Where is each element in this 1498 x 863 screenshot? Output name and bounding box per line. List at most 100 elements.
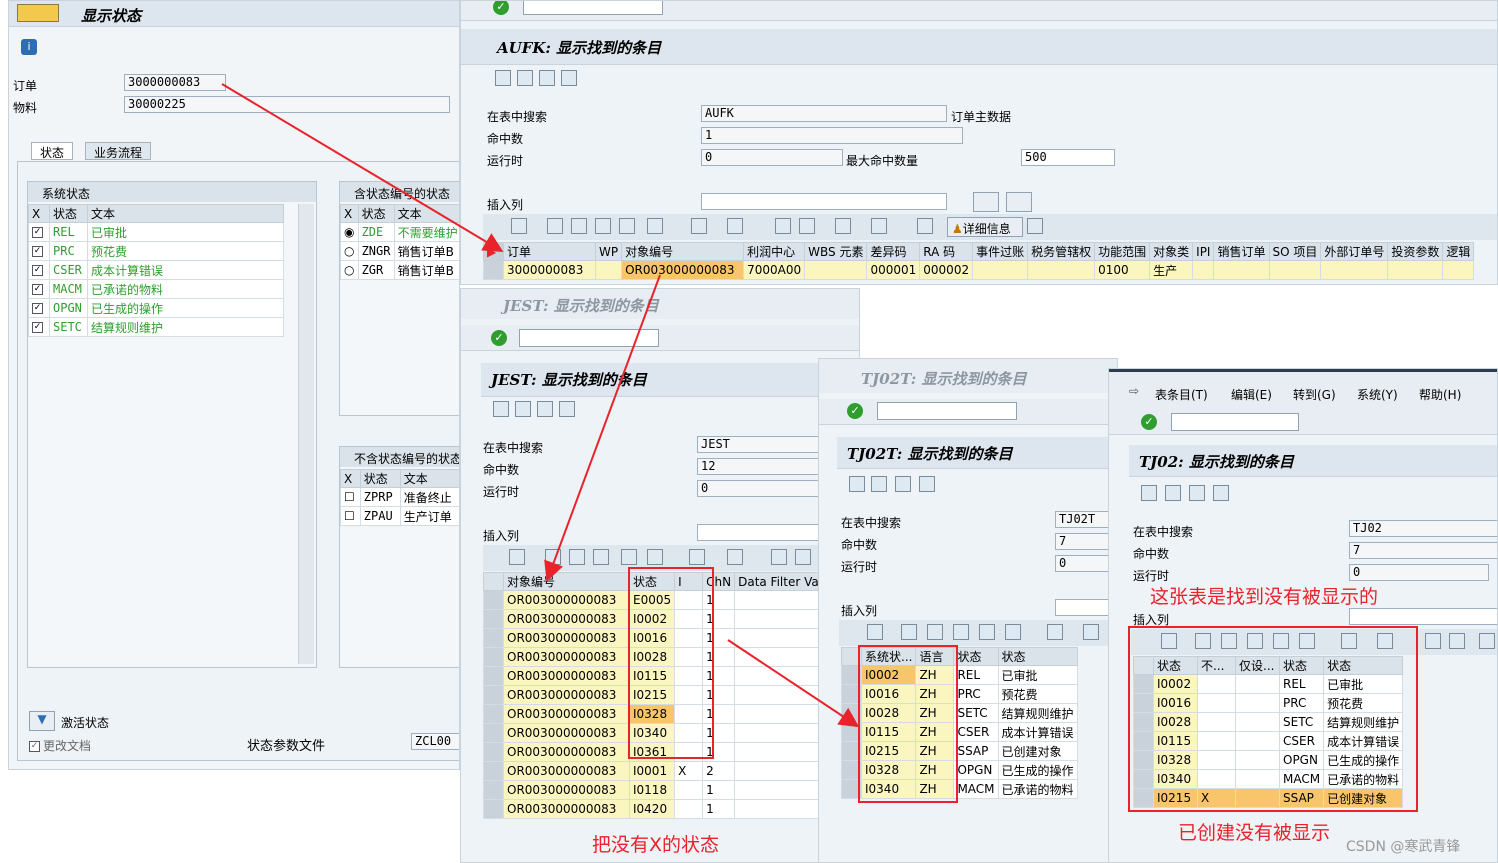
menu-system[interactable]: 系统(Y)	[1357, 386, 1398, 403]
detail-button[interactable]: ♟详细信息	[947, 217, 1023, 237]
bookmark-icon[interactable]	[1189, 485, 1205, 501]
material-field[interactable]: 30000225	[124, 96, 450, 113]
row-select[interactable]	[483, 628, 504, 648]
tab-business-process[interactable]: 业务流程	[85, 142, 152, 160]
row-select[interactable]	[483, 590, 504, 610]
sort-asc-icon[interactable]	[545, 549, 561, 565]
print-icon[interactable]	[1425, 633, 1441, 649]
bookmark-icon[interactable]	[537, 401, 553, 417]
cell[interactable]	[674, 780, 704, 800]
maxhits-field[interactable]: 500	[1021, 149, 1115, 166]
cell[interactable]: 结算规则维护	[997, 703, 1078, 723]
find-next-icon[interactable]	[979, 624, 995, 640]
cell[interactable]: OR003000000083	[621, 260, 745, 280]
settings-icon[interactable]	[871, 476, 887, 492]
list-icon[interactable]	[561, 70, 577, 86]
select-all[interactable]	[483, 572, 504, 591]
settings-icon[interactable]	[515, 401, 531, 417]
profile-field[interactable]: ZCL00	[411, 733, 459, 750]
cell[interactable]: 已承诺的物料	[997, 779, 1078, 799]
export-icon[interactable]	[835, 218, 851, 234]
cell[interactable]	[1192, 260, 1215, 280]
hits-field[interactable]: 1	[701, 127, 963, 144]
cell[interactable]	[674, 799, 704, 819]
bookmark-icon[interactable]	[895, 476, 911, 492]
cell[interactable]: 1	[702, 799, 736, 819]
cell[interactable]	[1027, 260, 1096, 280]
cell[interactable]: MACM	[953, 779, 999, 799]
activate-status-button[interactable]: ▼	[29, 711, 55, 731]
cell[interactable]: CSER	[953, 722, 999, 742]
hits-field[interactable]: 7	[1349, 542, 1497, 559]
cell[interactable]: 1	[702, 780, 736, 800]
filter-icon[interactable]	[647, 218, 663, 234]
refresh-icon[interactable]	[493, 401, 509, 417]
command-field[interactable]	[523, 1, 663, 15]
cell[interactable]: 0100	[1094, 260, 1151, 280]
ok-icon[interactable]: ✓	[847, 403, 863, 419]
runtime-field[interactable]: 0	[1349, 564, 1489, 581]
sort-asc-icon[interactable]	[901, 624, 917, 640]
list-icon[interactable]	[559, 401, 575, 417]
checkbox[interactable]: ✓	[32, 284, 43, 295]
row-select[interactable]	[483, 685, 504, 705]
row-select[interactable]	[483, 260, 504, 280]
menu-help[interactable]: 帮助(H)	[1419, 386, 1461, 403]
sort-desc-icon[interactable]	[927, 624, 943, 640]
row-select[interactable]	[483, 761, 504, 781]
info-icon[interactable]: i	[21, 39, 37, 55]
checkbox[interactable]: ✓	[32, 303, 43, 314]
radio[interactable]: ○	[340, 260, 359, 280]
menu-goto[interactable]: 转到(G)	[1293, 386, 1336, 403]
cell[interactable]: OR003000000083	[503, 628, 630, 648]
change-doc-checkbox[interactable]: ✓ 更改文档	[29, 737, 91, 754]
cell[interactable]	[594, 260, 623, 280]
row-select[interactable]	[483, 723, 504, 743]
command-field[interactable]	[1171, 413, 1299, 431]
cell[interactable]: OR003000000083	[503, 704, 630, 724]
runtime-field[interactable]: 0	[701, 149, 843, 166]
list-icon[interactable]	[1213, 485, 1229, 501]
cell[interactable]: OPGN	[953, 760, 999, 780]
cell[interactable]: 7000A00	[743, 260, 806, 280]
command-field[interactable]	[877, 402, 1017, 420]
cell[interactable]: OR003000000083	[503, 742, 630, 762]
find-next-icon[interactable]	[621, 549, 637, 565]
cell[interactable]	[804, 260, 868, 280]
checkbox[interactable]: ✓	[32, 322, 43, 333]
cell[interactable]: X	[674, 761, 704, 781]
cell[interactable]: I0420	[628, 799, 676, 819]
find-icon[interactable]	[595, 218, 611, 234]
ok-icon[interactable]: ✓	[493, 1, 509, 15]
checkbox[interactable]: ✓	[32, 246, 43, 257]
export-icon[interactable]	[1479, 633, 1495, 649]
sort-desc-icon[interactable]	[571, 218, 587, 234]
radio[interactable]: ○	[340, 241, 359, 261]
checkbox[interactable]: ☐	[340, 487, 361, 507]
cell[interactable]: OR003000000083	[503, 799, 630, 819]
insert-before-button[interactable]	[973, 192, 999, 212]
details-icon[interactable]	[511, 218, 527, 234]
menu-icon[interactable]: ⇨	[1129, 384, 1139, 398]
cell[interactable]: REL	[953, 665, 999, 685]
info-icon[interactable]	[917, 218, 933, 234]
ok-icon[interactable]: ✓	[1141, 414, 1157, 430]
layout-icon[interactable]	[871, 218, 887, 234]
row-select[interactable]	[483, 647, 504, 667]
graphic-icon[interactable]	[1027, 218, 1043, 234]
cell[interactable]: OR003000000083	[503, 780, 630, 800]
cell[interactable]	[1442, 260, 1475, 280]
cell[interactable]: OR003000000083	[503, 723, 630, 743]
cell[interactable]: OR003000000083	[503, 685, 630, 705]
order-field[interactable]: 3000000083	[124, 74, 226, 91]
select-all[interactable]: ▶	[483, 242, 504, 261]
cell[interactable]: OR003000000083	[503, 609, 630, 629]
cell[interactable]: OR003000000083	[503, 666, 630, 686]
cell[interactable]: 2	[702, 761, 736, 781]
cell[interactable]: OR003000000083	[503, 590, 630, 610]
refresh-icon[interactable]	[1141, 485, 1157, 501]
search-field[interactable]: TJ02	[1349, 520, 1497, 537]
cell[interactable]: I0118	[628, 780, 676, 800]
insert-col-field[interactable]	[1349, 608, 1497, 625]
sum-icon[interactable]	[691, 218, 707, 234]
